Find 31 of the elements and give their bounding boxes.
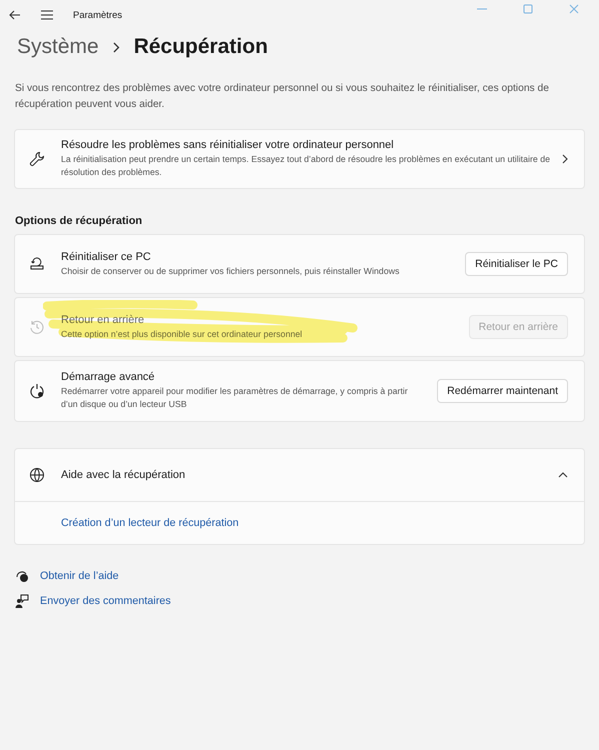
section-title: Options de récupération — [15, 215, 144, 227]
history-icon — [29, 319, 45, 335]
back-icon[interactable] — [9, 10, 21, 20]
option-title: Démarrage avancé — [61, 371, 156, 383]
chevron-icon — [112, 42, 120, 52]
breadcrumb-parent[interactable]: Système — [17, 35, 99, 59]
help-title: Aide avec la récupération — [61, 469, 186, 481]
globe-icon — [29, 467, 45, 483]
chevron-icon — [562, 154, 568, 164]
option-title: Réinitialiser ce PC — [61, 250, 152, 262]
help-header[interactable]: Aide avec la récupération — [15, 449, 584, 502]
page-title: Récupération — [134, 35, 268, 59]
card-description: La réinitialisation peut prendre un certain temps. Essayez tout d’abord de résoudre les problèmes en exécutant un utilitaire de résolution des problèmes. — [61, 153, 550, 179]
intro-text: Si vous rencontrez des problèmes avec votre ordinateur personnel ou si vous souhaitez le réinitialiser, ces options de récupération peuvent vous aider. — [15, 82, 550, 112]
action-button[interactable]: Réinitialiser le PC — [465, 252, 568, 276]
power-gear-icon — [29, 383, 45, 399]
option-description: Cette option n’est plus disponible sur cet ordinateur personnel — [61, 328, 304, 340]
menu-icon[interactable] — [41, 10, 53, 20]
feedback-icon — [15, 594, 29, 608]
option-description: Choisir de conserver ou de supprimer vos fichiers personnels, puis réinstaller Windows — [61, 264, 400, 278]
footer-link[interactable]: Envoyer des commentaires — [40, 595, 171, 607]
troubleshoot-card[interactable] — [14, 129, 585, 189]
footer-link[interactable]: Obtenir de l’aide — [40, 570, 119, 582]
chevron-icon — [558, 472, 568, 478]
window-title: Paramètres — [73, 10, 122, 20]
card-title: Résoudre les problèmes sans réinitialiser votre ordinateur personnel — [61, 139, 395, 151]
wrench-icon — [29, 151, 45, 167]
recovery-drive-link[interactable]: Création d’un lecteur de récupération — [61, 517, 239, 529]
option-description: Redémarrer votre appareil pour modifier les paramètres de démarrage, y compris à partir d’un disque ou d’un lecteur USB — [61, 385, 409, 411]
reset-icon — [29, 256, 45, 272]
action-button[interactable]: Redémarrer maintenant — [437, 379, 568, 403]
